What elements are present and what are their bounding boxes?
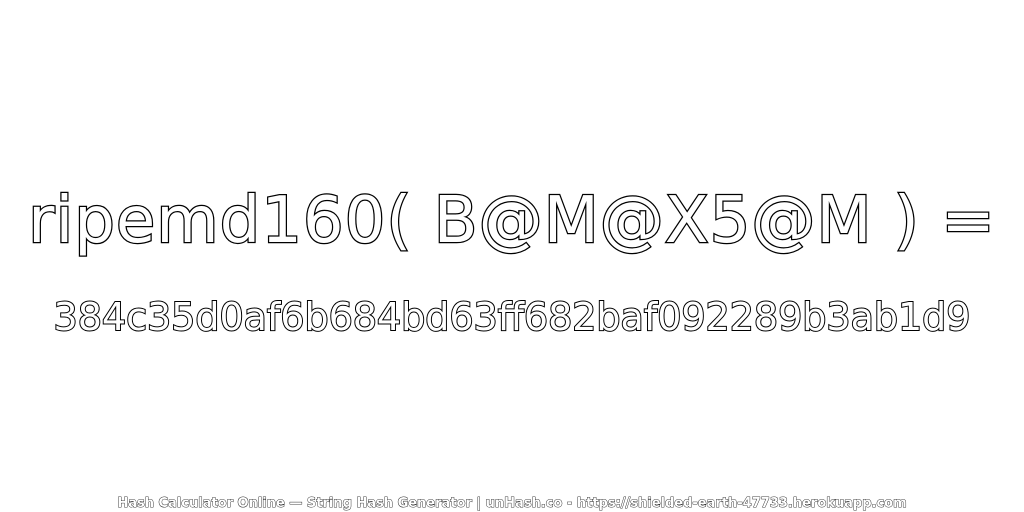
footer-attribution-text: Hash Calculator Online — String Hash Gen… — [117, 496, 907, 512]
hash-expression-text: ripemd160( B@M@X5@M ) = — [27, 183, 996, 260]
hash-image-canvas: ripemd160( B@M@X5@M ) = 384c35d0af6b684b… — [0, 0, 1024, 512]
hash-result-text: 384c35d0af6b684bd63ff682baf092289b3ab1d9 — [53, 294, 972, 340]
